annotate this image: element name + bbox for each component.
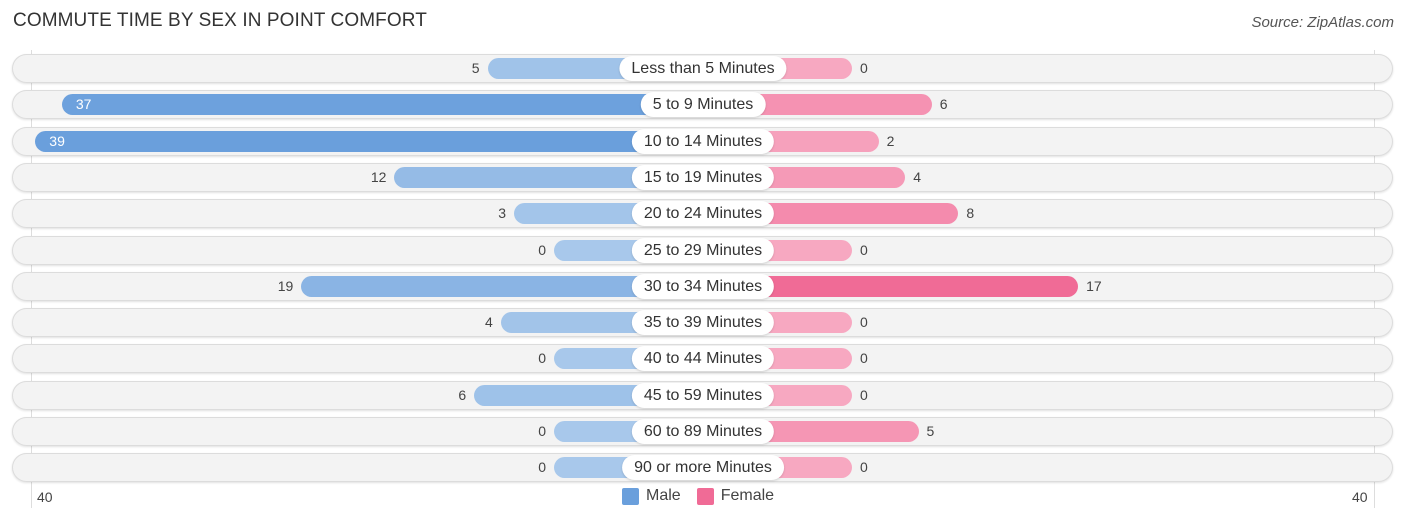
value-label-male: 6 — [458, 386, 467, 403]
bar-male — [35, 130, 703, 152]
chart-title: COMMUTE TIME BY SEX IN POINT COMFORT — [13, 10, 427, 31]
legend-item-male: Male — [622, 487, 681, 505]
category-label: 90 or more Minutes — [622, 455, 784, 481]
category-label: 45 to 59 Minutes — [631, 382, 775, 408]
category-label: 40 to 44 Minutes — [631, 346, 775, 372]
value-label-female: 5 — [926, 423, 935, 439]
category-label: 10 to 14 Minutes — [631, 128, 775, 154]
category-label: 25 to 29 Minutes — [631, 237, 775, 263]
category-label: 5 to 9 Minutes — [640, 92, 766, 118]
value-label-female: 0 — [860, 314, 868, 331]
axis-label-right: 40 — [1352, 489, 1368, 505]
value-label-male: 5 — [471, 60, 480, 76]
source-label: Source: ZipAtlas.com — [1251, 14, 1394, 31]
value-label-female: 0 — [860, 459, 868, 476]
value-label-male: 12 — [370, 168, 387, 185]
value-label-female: 4 — [913, 168, 921, 185]
value-label-male: 39 — [49, 132, 65, 149]
category-label: 60 to 89 Minutes — [631, 419, 775, 444]
value-label-male: 0 — [538, 459, 546, 476]
legend-label-male: Male — [646, 487, 681, 504]
axis-label-left: 40 — [37, 489, 53, 505]
value-label-male: 37 — [75, 96, 92, 113]
category-label: 35 to 39 Minutes — [631, 310, 775, 336]
chart-root: COMMUTE TIME BY SEX IN POINT COMFORT Sou… — [0, 0, 1406, 522]
value-label-male: 4 — [485, 314, 493, 331]
value-label-male: 19 — [277, 277, 294, 294]
value-label-male: 0 — [538, 423, 546, 439]
legend-swatch-female — [696, 487, 714, 505]
legend-label-female: Female — [720, 487, 775, 504]
legend-item-female: Female — [696, 487, 775, 505]
value-label-male: 0 — [538, 241, 546, 258]
value-label-female: 0 — [860, 350, 868, 367]
value-label-female: 2 — [886, 132, 895, 149]
category-label: 30 to 34 Minutes — [631, 273, 775, 299]
legend-swatch-male — [622, 487, 639, 505]
category-label: 15 to 19 Minutes — [631, 164, 775, 190]
value-label-male: 0 — [538, 350, 546, 367]
value-label-female: 8 — [966, 205, 975, 222]
value-label-female: 0 — [860, 241, 868, 258]
category-label: Less than 5 Minutes — [619, 56, 787, 81]
value-label-female: 17 — [1086, 277, 1102, 294]
category-label: 20 to 24 Minutes — [631, 201, 775, 227]
value-label-female: 6 — [939, 96, 948, 113]
bar-male — [61, 94, 703, 116]
legend: Male Female — [622, 487, 790, 505]
value-label-female: 0 — [860, 386, 868, 403]
value-label-female: 0 — [860, 60, 868, 76]
value-label-male: 3 — [498, 205, 507, 222]
